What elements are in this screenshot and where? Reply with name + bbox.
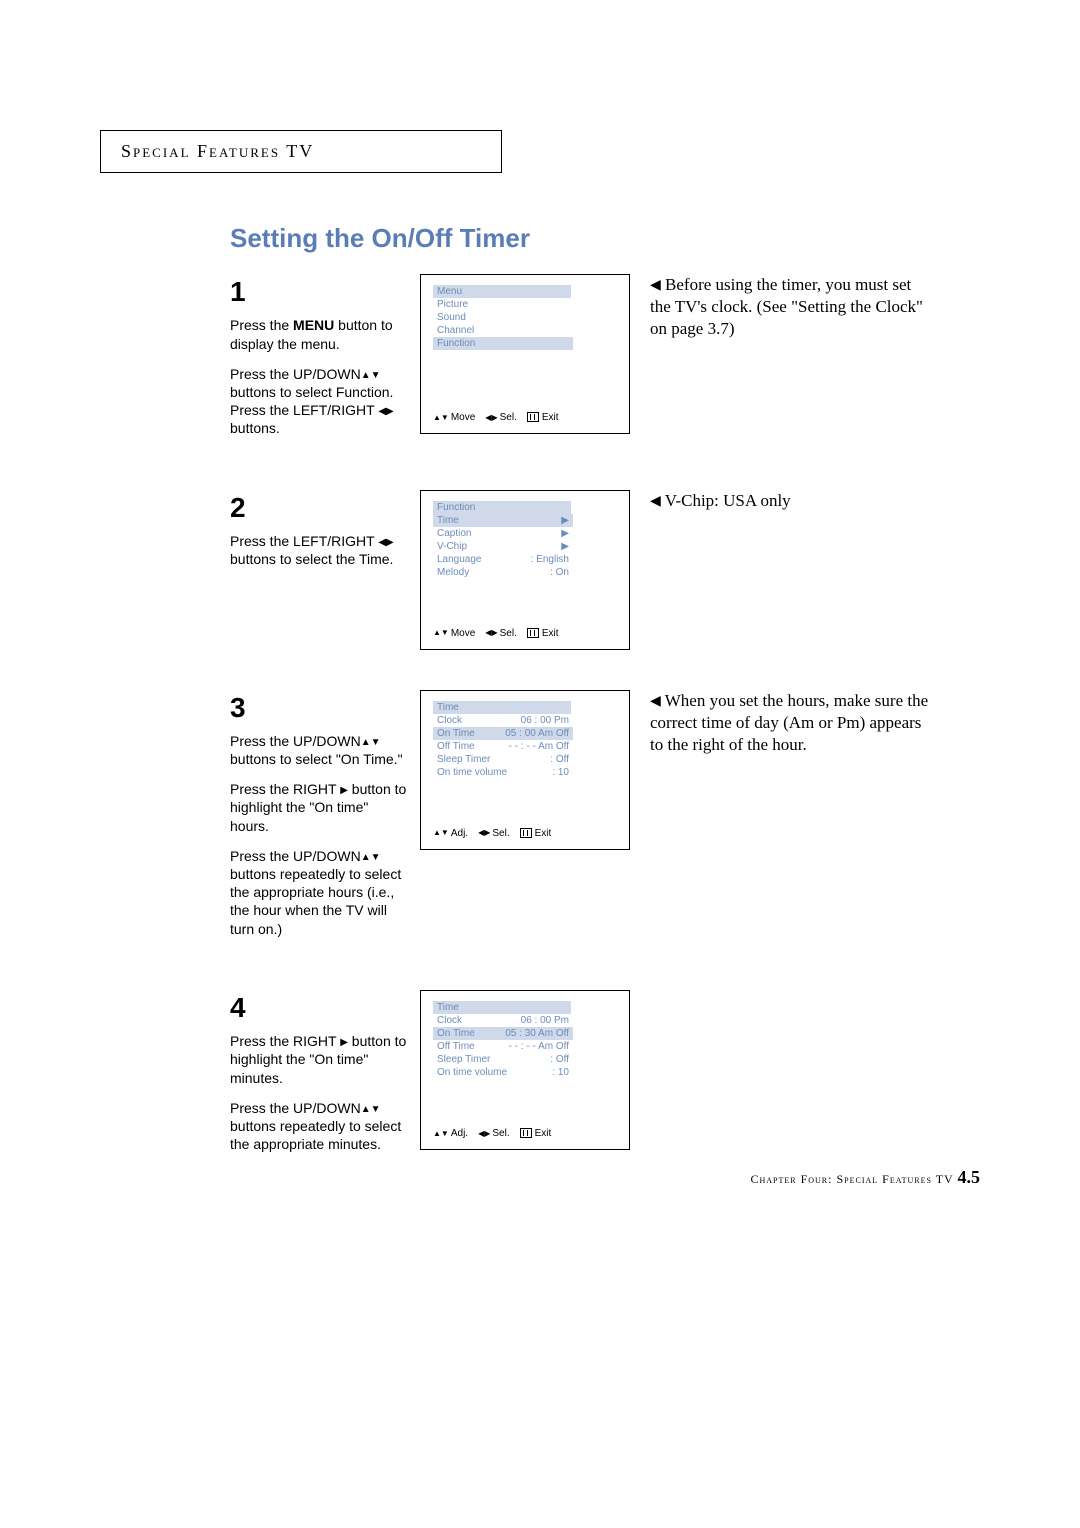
osd-menu-item: Time▶ (433, 514, 573, 527)
osd-screen: TimeClock06 : 00 PmOn Time05 : 00 Am Off… (420, 690, 630, 850)
step-note: ◀ V-Chip: USA only (650, 490, 930, 650)
step-number: 4 (230, 990, 410, 1026)
osd-title: Time (433, 701, 571, 714)
osd-footer-item: ◀▶Sel. (485, 628, 517, 639)
page: Special Features TV Setting the On/Off T… (0, 0, 1080, 1528)
osd-footer-item: Exit (520, 1128, 552, 1139)
step-instruction: Press the UP/DOWN▲▼ buttons to select Fu… (230, 365, 410, 438)
note-arrow-icon: ◀ (650, 278, 661, 293)
step-number: 1 (230, 274, 410, 310)
steps-container: 1 Press the MENU button to display the me… (230, 274, 980, 1165)
step-body: 2 Press the LEFT/RIGHT ◀▶ buttons to sele… (230, 490, 410, 650)
osd-footer-item: Exit (520, 828, 552, 839)
osd-menu-item: Off Time- - : - - Am Off (433, 740, 573, 753)
osd-menu-item: On Time05 : 30 Am Off (433, 1027, 573, 1040)
osd-menu-item: Caption▶ (433, 527, 573, 540)
osd-footer-item: ▲▼Move (433, 412, 475, 423)
step-note: ◀ When you set the hours, make sure the … (650, 690, 930, 950)
osd-menu-item: On time volume: 10 (433, 1066, 573, 1079)
osd-menu-item: Clock06 : 00 Pm (433, 1014, 573, 1027)
osd-footer-item: ▲▼Adj. (433, 828, 468, 839)
step-number: 2 (230, 490, 410, 526)
step-instruction: Press the UP/DOWN▲▼ buttons repeatedly t… (230, 1099, 410, 1154)
osd-title: Menu (433, 285, 571, 298)
osd-menu-item: Language: English (433, 553, 573, 566)
osd-title: Time (433, 1001, 571, 1014)
section-header: Special Features TV (100, 130, 502, 173)
osd-footer-item: ◀▶Sel. (478, 828, 510, 839)
osd-menu-item: Sound (433, 311, 573, 324)
footer-page-number: 4.5 (958, 1167, 981, 1187)
step-note (650, 990, 930, 1166)
step-body: 1 Press the MENU button to display the me… (230, 274, 410, 450)
osd-footer-item: ▲▼Move (433, 628, 475, 639)
osd-title: Function (433, 501, 571, 514)
osd-menu-item: Function (433, 337, 573, 350)
osd-footer-item: Exit (527, 412, 559, 423)
osd-menu-item: Melody: On (433, 566, 573, 579)
step-instruction: Press the UP/DOWN▲▼ buttons to select "O… (230, 732, 410, 768)
page-title: Setting the On/Off Timer (230, 223, 980, 254)
osd-menu-item: Clock06 : 00 Pm (433, 714, 573, 727)
step-body: 4 Press the RIGHT ▶ button to highlight t… (230, 990, 410, 1166)
osd-menu-item: Off Time- - : - - Am Off (433, 1040, 573, 1053)
page-footer: Chapter Four: Special Features TV 4.5 (750, 1167, 980, 1188)
step: 2 Press the LEFT/RIGHT ◀▶ buttons to sele… (230, 490, 980, 650)
osd-footer-item: ▲▼Adj. (433, 1128, 468, 1139)
step-instruction: Press the RIGHT ▶ button to highlight th… (230, 780, 410, 835)
osd-screen: TimeClock06 : 00 PmOn Time05 : 30 Am Off… (420, 990, 630, 1150)
osd-footer-item: ◀▶Sel. (485, 412, 517, 423)
osd-footer: ▲▼Move ◀▶Sel. Exit (433, 628, 559, 639)
footer-chapter: Chapter Four: Special Features TV (750, 1172, 953, 1186)
step-instruction: Press the MENU button to display the men… (230, 316, 410, 352)
note-arrow-icon: ◀ (650, 694, 661, 709)
step: 3 Press the UP/DOWN▲▼ buttons to select "… (230, 690, 980, 950)
osd-footer: ▲▼Move ◀▶Sel. Exit (433, 412, 559, 423)
step-body: 3 Press the UP/DOWN▲▼ buttons to select "… (230, 690, 410, 950)
step-number: 3 (230, 690, 410, 726)
step-note: ◀ Before using the timer, you must set t… (650, 274, 930, 450)
osd-footer-item: ◀▶Sel. (478, 1128, 510, 1139)
osd-menu-item: On time volume: 10 (433, 766, 573, 779)
note-arrow-icon: ◀ (650, 494, 661, 509)
osd-screen: MenuPictureSoundChannelFunction ▲▼Move ◀▶S… (420, 274, 630, 434)
osd-menu-item: Sleep Timer: Off (433, 753, 573, 766)
step-instruction: Press the RIGHT ▶ button to highlight th… (230, 1032, 410, 1087)
osd-menu-item: Picture (433, 298, 573, 311)
step-instruction: Press the UP/DOWN▲▼ buttons repeatedly t… (230, 847, 410, 938)
step: 1 Press the MENU button to display the me… (230, 274, 980, 450)
osd-menu-item: Sleep Timer: Off (433, 1053, 573, 1066)
osd-screen: FunctionTime▶Caption▶V-Chip▶Language: En… (420, 490, 630, 650)
step: 4 Press the RIGHT ▶ button to highlight t… (230, 990, 980, 1166)
step-instruction: Press the LEFT/RIGHT ◀▶ buttons to selec… (230, 532, 410, 568)
osd-menu-item: V-Chip▶ (433, 540, 573, 553)
osd-footer-item: Exit (527, 628, 559, 639)
osd-footer: ▲▼Adj. ◀▶Sel. Exit (433, 1128, 551, 1139)
osd-footer: ▲▼Adj. ◀▶Sel. Exit (433, 828, 551, 839)
osd-menu-item: Channel (433, 324, 573, 337)
osd-menu-item: On Time05 : 00 Am Off (433, 727, 573, 740)
